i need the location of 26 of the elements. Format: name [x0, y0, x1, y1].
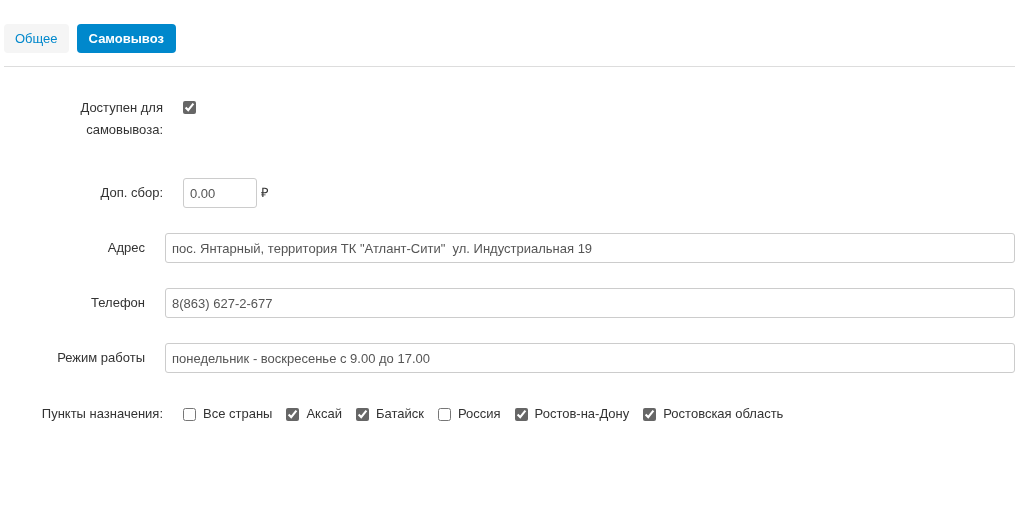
checkbox-label[interactable]: Батайск	[375, 404, 424, 424]
tab[interactable]: Общее	[4, 24, 69, 53]
tab[interactable]: Самовывоз	[76, 24, 176, 53]
checkbox[interactable]	[286, 407, 300, 421]
fee-input[interactable]: 0.00	[183, 178, 257, 208]
field-label: Адрес	[106, 239, 145, 257]
field-label: Пункты назначения:	[40, 405, 163, 423]
text-input[interactable]: 8(863) 627-2-677	[165, 288, 1015, 318]
field-label: Режим работы	[56, 349, 145, 367]
checkbox[interactable]	[437, 407, 451, 421]
checkbox-label[interactable]: Россия	[457, 404, 501, 424]
text-input[interactable]: пос. Янтарный, территория ТК "Атлант-Сити" ул. Индустриальная 19	[165, 233, 1015, 263]
checkbox[interactable]	[643, 407, 657, 421]
checkbox[interactable]	[355, 407, 369, 421]
field-label: Телефон	[90, 294, 145, 312]
checkbox[interactable]	[183, 101, 196, 114]
checkbox-label[interactable]: Ростов-на-Дону	[534, 404, 630, 424]
currency-sign: ₽	[261, 184, 269, 203]
checkbox[interactable]	[183, 407, 196, 421]
field-label: Доп. сбор:	[99, 184, 163, 202]
checkbox-label[interactable]: Все страны	[203, 404, 273, 424]
checkbox-label[interactable]: Ростовская область	[663, 404, 784, 424]
text-input[interactable]: понедельник - воскресенье с 9.00 до 17.00	[165, 343, 1015, 373]
field-label: Доступен для самовывоза:	[79, 99, 163, 139]
checkbox[interactable]	[514, 407, 528, 421]
checkbox-label[interactable]: Аксай	[306, 404, 342, 424]
